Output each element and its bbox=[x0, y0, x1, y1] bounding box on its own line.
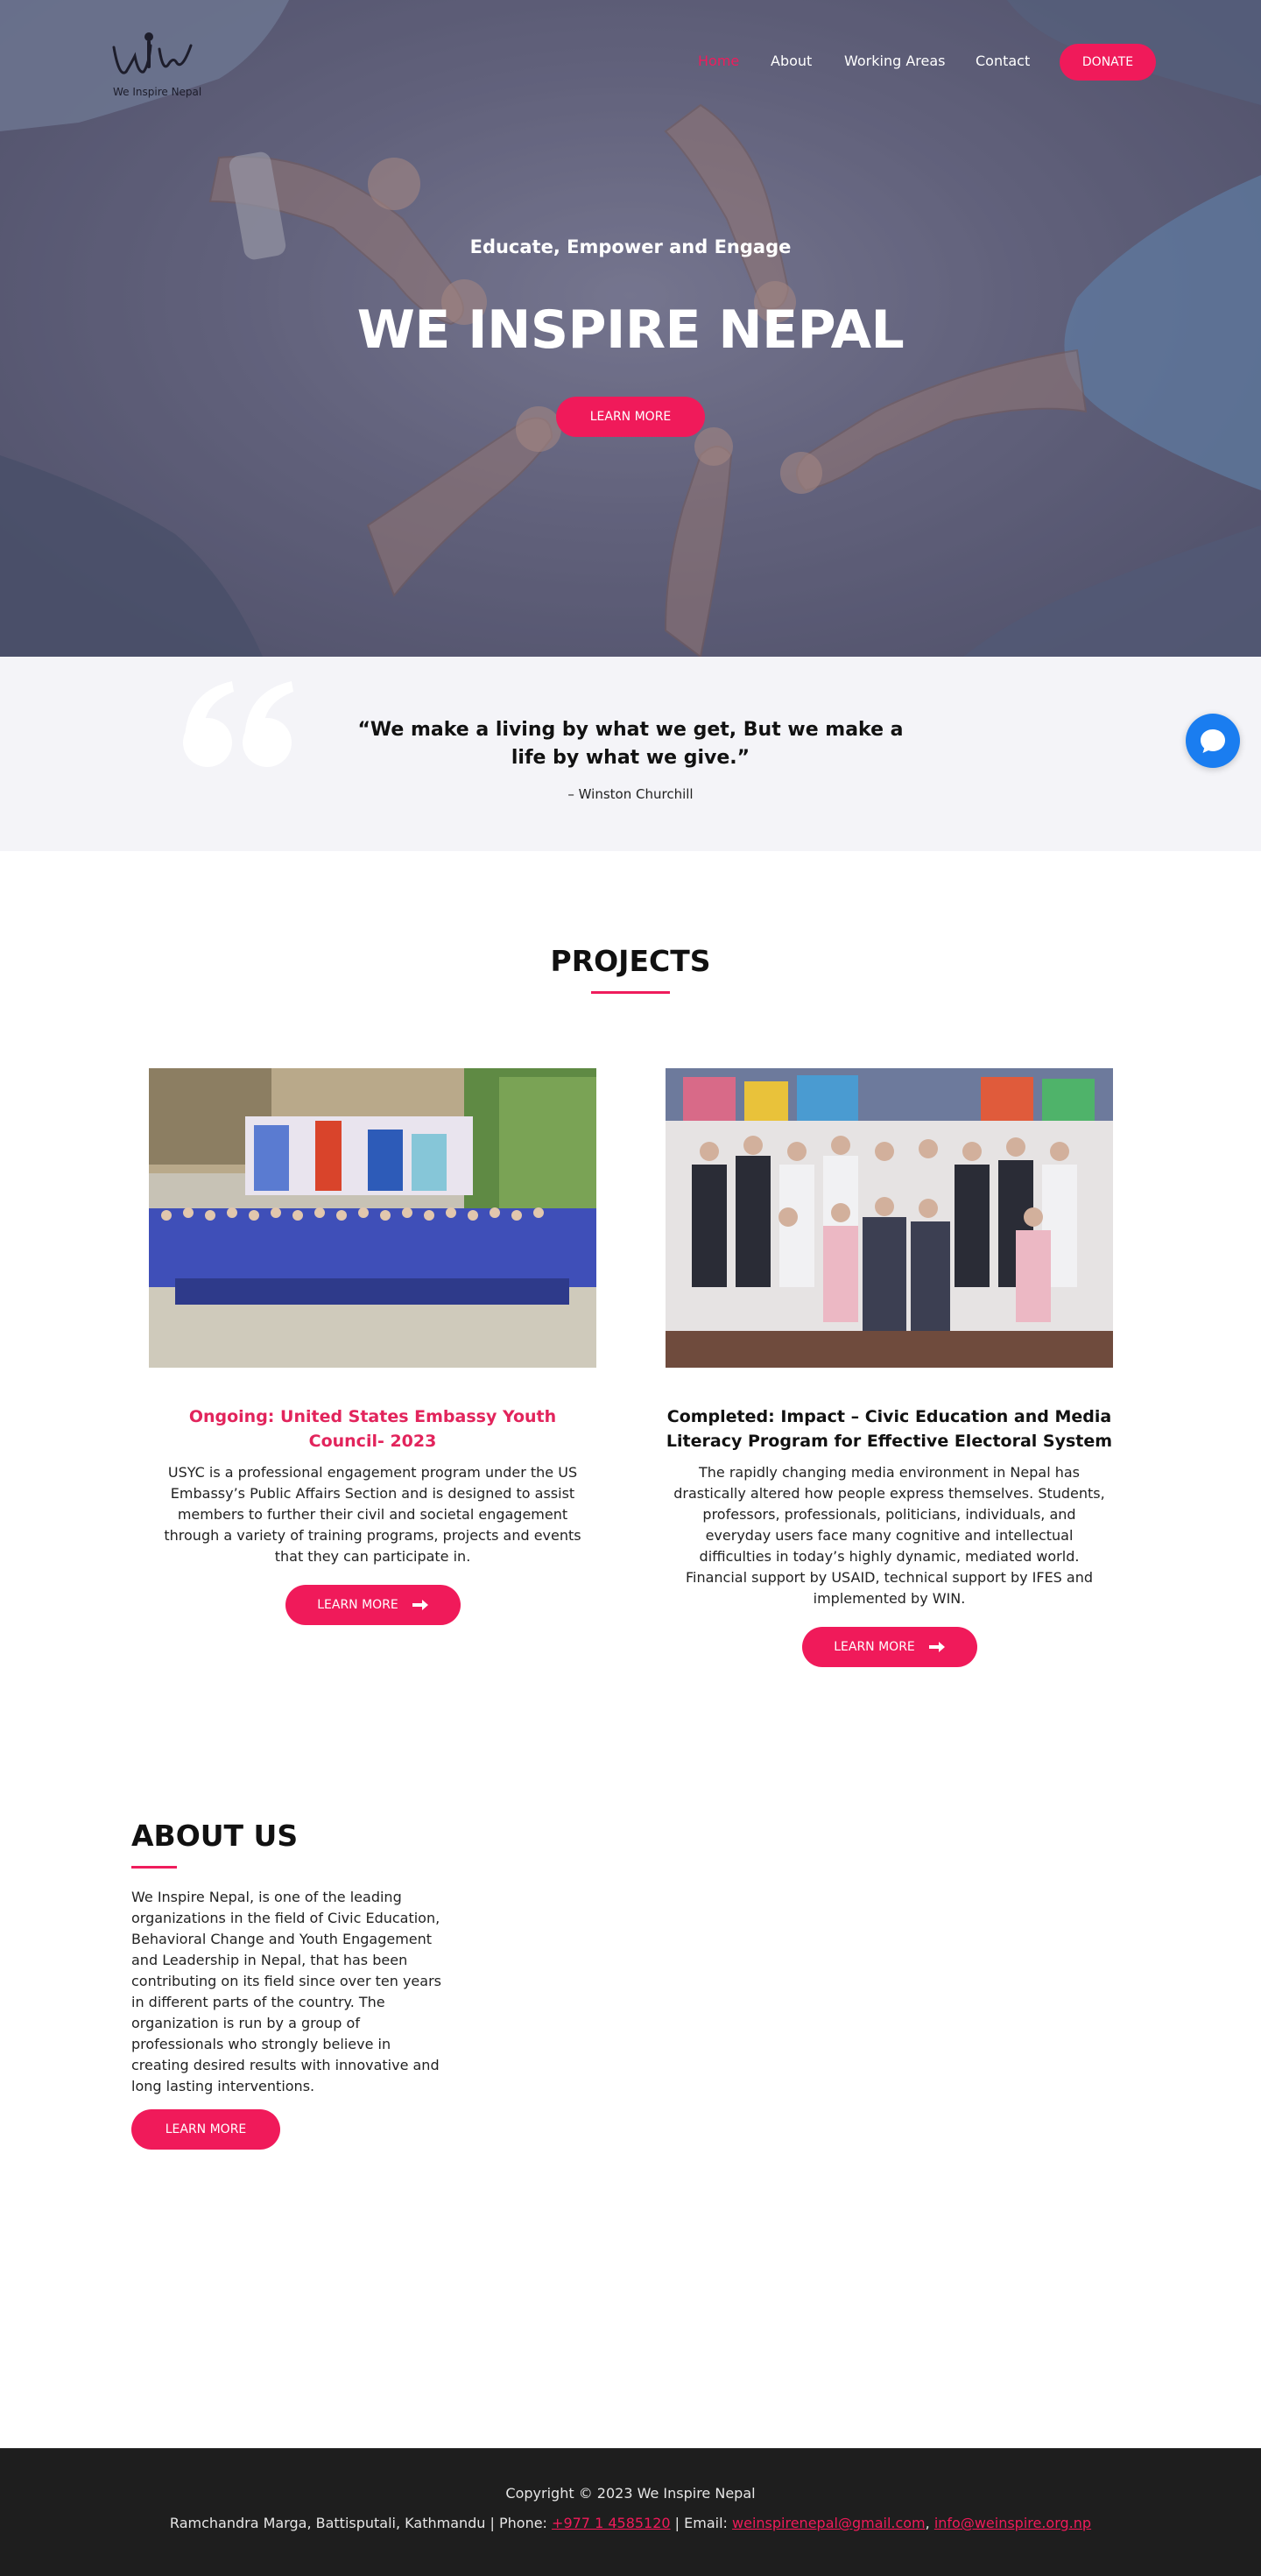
project-description: USYC is a professional engagement progra… bbox=[164, 1464, 581, 1565]
chat-bubble-icon bbox=[1201, 729, 1225, 753]
footer-separator: , bbox=[925, 2515, 934, 2531]
about-learn-more-button[interactable]: LEARN MORE bbox=[131, 2109, 280, 2150]
project-funding-note: Financial support by USAID, technical su… bbox=[685, 1569, 1094, 1607]
about-title-underline bbox=[131, 1866, 177, 1869]
win-logo-icon bbox=[112, 32, 193, 74]
arrow-right-icon bbox=[412, 1600, 428, 1610]
arrow-right-icon bbox=[928, 1642, 945, 1652]
projects-title: PROJECTS bbox=[550, 944, 711, 978]
about-title: ABOUT US bbox=[131, 1819, 299, 1853]
button-label: LEARN MORE bbox=[834, 1640, 915, 1654]
project-description: The rapidly changing media environment i… bbox=[666, 1462, 1113, 1609]
project-image-impact-group-photo bbox=[666, 1068, 1113, 1368]
project-learn-more-button[interactable]: LEARN MORE bbox=[285, 1585, 461, 1625]
footer-contact-line: Ramchandra Marga, Battisputali, Kathmand… bbox=[0, 2515, 1261, 2531]
footer-email-label: | Email: bbox=[670, 2515, 733, 2531]
hero-learn-more-button[interactable]: LEARN MORE bbox=[556, 397, 705, 437]
top-navigation: We Inspire Nepal Home About Working Area… bbox=[0, 0, 1261, 123]
about-section: ABOUT US We Inspire Nepal, is one of the… bbox=[0, 1784, 1261, 2448]
quotation-mark-icon bbox=[183, 681, 293, 767]
nav-item-contact[interactable]: Contact bbox=[976, 53, 1030, 69]
quote-section: “We make a living by what we get, But we… bbox=[0, 657, 1261, 851]
logo-text: We Inspire Nepal bbox=[113, 86, 202, 98]
project-description-paragraph: The rapidly changing media environment i… bbox=[673, 1464, 1105, 1565]
quote-author: – Winston Churchill bbox=[567, 786, 694, 802]
project-title: Completed: Impact – Civic Education and … bbox=[666, 1407, 1113, 1451]
copyright-text: Copyright © 2023 We Inspire Nepal bbox=[505, 2485, 756, 2502]
site-footer: Copyright © 2023 We Inspire Nepal Ramcha… bbox=[0, 2448, 1261, 2576]
footer-email-link-2[interactable]: info@weinspire.org.np bbox=[934, 2515, 1091, 2531]
hero-section: We Inspire Nepal Home About Working Area… bbox=[0, 0, 1261, 657]
project-card: Ongoing: United States Embassy Youth Cou… bbox=[149, 1068, 596, 1625]
hero-title: WE INSPIRE NEPAL bbox=[356, 299, 905, 361]
about-text: We Inspire Nepal, is one of the leading … bbox=[131, 1889, 441, 2094]
button-label: LEARN MORE bbox=[317, 1598, 398, 1612]
nav-item-working-areas[interactable]: Working Areas bbox=[844, 53, 946, 69]
nav-item-about[interactable]: About bbox=[771, 53, 812, 69]
chat-widget-button[interactable] bbox=[1186, 714, 1240, 768]
site-logo[interactable]: We Inspire Nepal bbox=[110, 30, 207, 100]
project-title: Ongoing: United States Embassy Youth Cou… bbox=[188, 1407, 557, 1451]
footer-address: Ramchandra Marga, Battisputali, Kathmand… bbox=[169, 2515, 553, 2531]
projects-section: PROJECTS Ongoing: United States Embassy … bbox=[0, 851, 1261, 1784]
nav-item-home[interactable]: Home bbox=[698, 53, 739, 69]
footer-email-link[interactable]: weinspirenepal@gmail.com bbox=[732, 2515, 926, 2531]
donate-button[interactable]: DONATE bbox=[1060, 44, 1156, 81]
quote-text: “We make a living by what we get, But we… bbox=[357, 719, 904, 769]
footer-phone-link[interactable]: +977 1 4585120 bbox=[552, 2515, 671, 2531]
project-learn-more-button[interactable]: LEARN MORE bbox=[801, 1627, 977, 1667]
projects-title-underline bbox=[591, 991, 670, 994]
hero-tagline: Educate, Empower and Engage bbox=[469, 236, 792, 257]
project-card: Completed: Impact – Civic Education and … bbox=[666, 1068, 1113, 1667]
project-image-usyc-group-photo bbox=[149, 1068, 596, 1368]
